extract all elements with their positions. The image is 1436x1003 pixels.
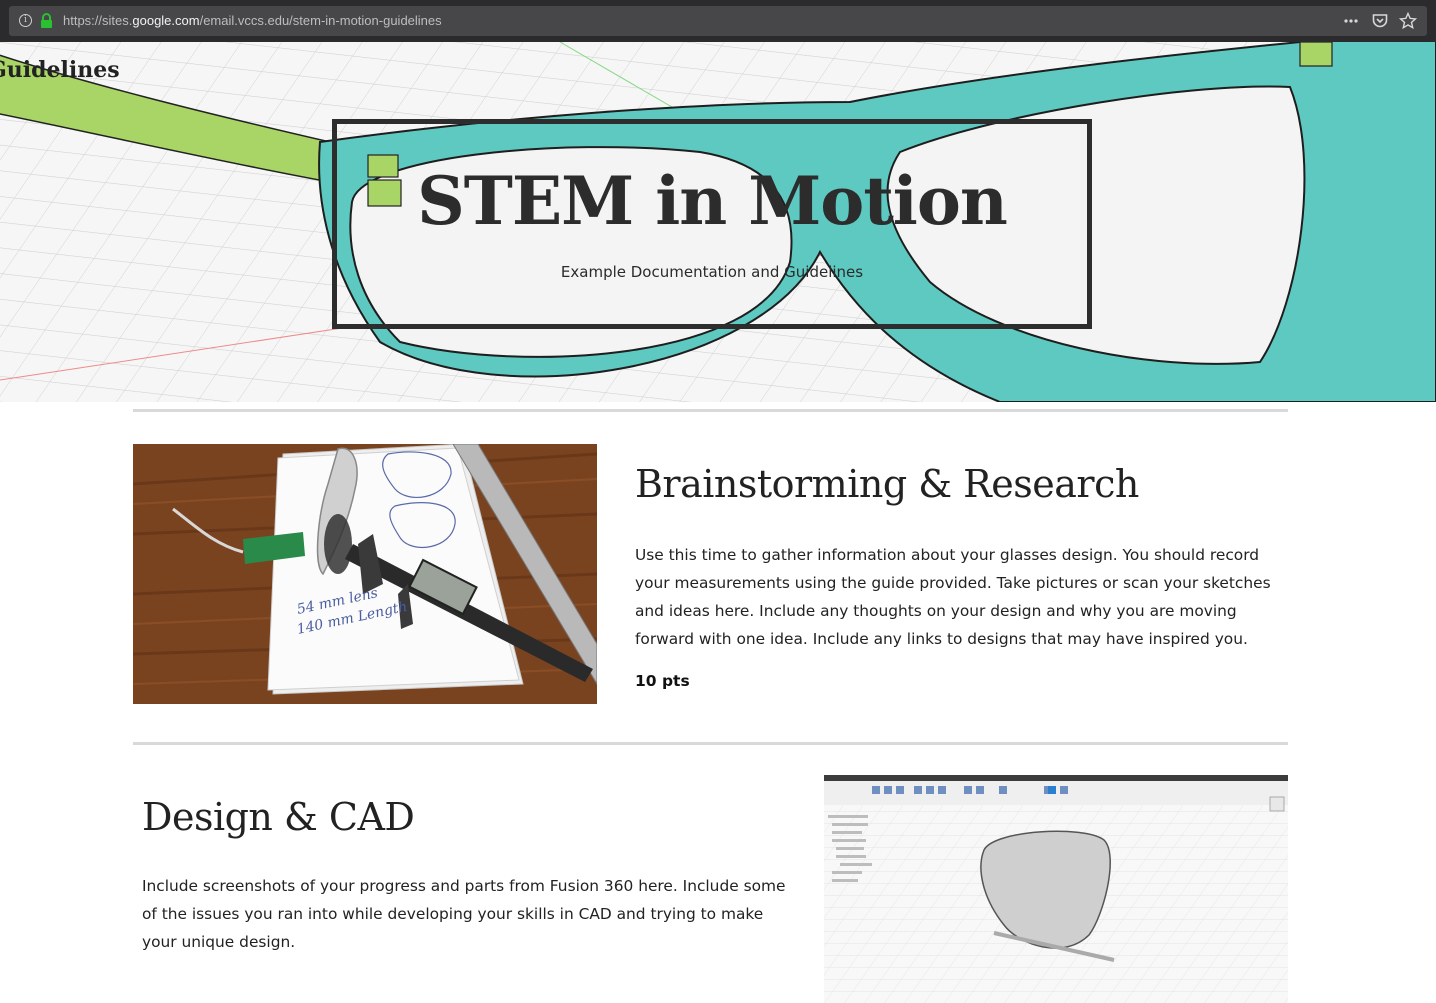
url-text[interactable]: https://sites.google.com/email.vccs.edu/… — [63, 13, 442, 28]
star-icon[interactable] — [1399, 12, 1417, 30]
lock-icon[interactable] — [40, 13, 53, 29]
pocket-icon[interactable] — [1371, 12, 1389, 30]
fusion360-screenshot — [824, 775, 1288, 1003]
page-subtitle: Example Documentation and Guidelines — [560, 263, 864, 281]
section-heading-brainstorming: Brainstorming & Research — [635, 462, 1139, 506]
address-bar[interactable]: i https://sites.google.com/email.vccs.ed… — [9, 6, 1427, 36]
site-title-partial[interactable]: Guidelines — [0, 57, 120, 83]
page-title: STEM in Motion — [417, 162, 1008, 240]
section-divider — [133, 742, 1288, 745]
section-body-design: Include screenshots of your progress and… — [142, 877, 786, 951]
url-domain: google.com — [132, 13, 200, 28]
hero-banner: Guidelines STEM in Motion Example Docume… — [0, 42, 1436, 402]
more-dots-icon[interactable] — [1342, 12, 1360, 30]
brainstorming-photo: 54 mm lens 140 mm Length — [133, 444, 597, 704]
section-divider — [133, 409, 1288, 412]
section-heading-design: Design & CAD — [142, 795, 415, 839]
url-prefix: https://sites. — [63, 13, 133, 28]
hero-title-box: STEM in Motion Example Documentation and… — [332, 119, 1092, 329]
browser-toolbar: i https://sites.google.com/email.vccs.ed… — [0, 0, 1436, 42]
section-body-brainstorming: Use this time to gather information abou… — [635, 546, 1271, 648]
url-path: /email.vccs.edu/stem-in-motion-guideline… — [199, 13, 442, 28]
points-label: 10 pts — [635, 672, 690, 690]
info-icon[interactable]: i — [19, 14, 32, 27]
